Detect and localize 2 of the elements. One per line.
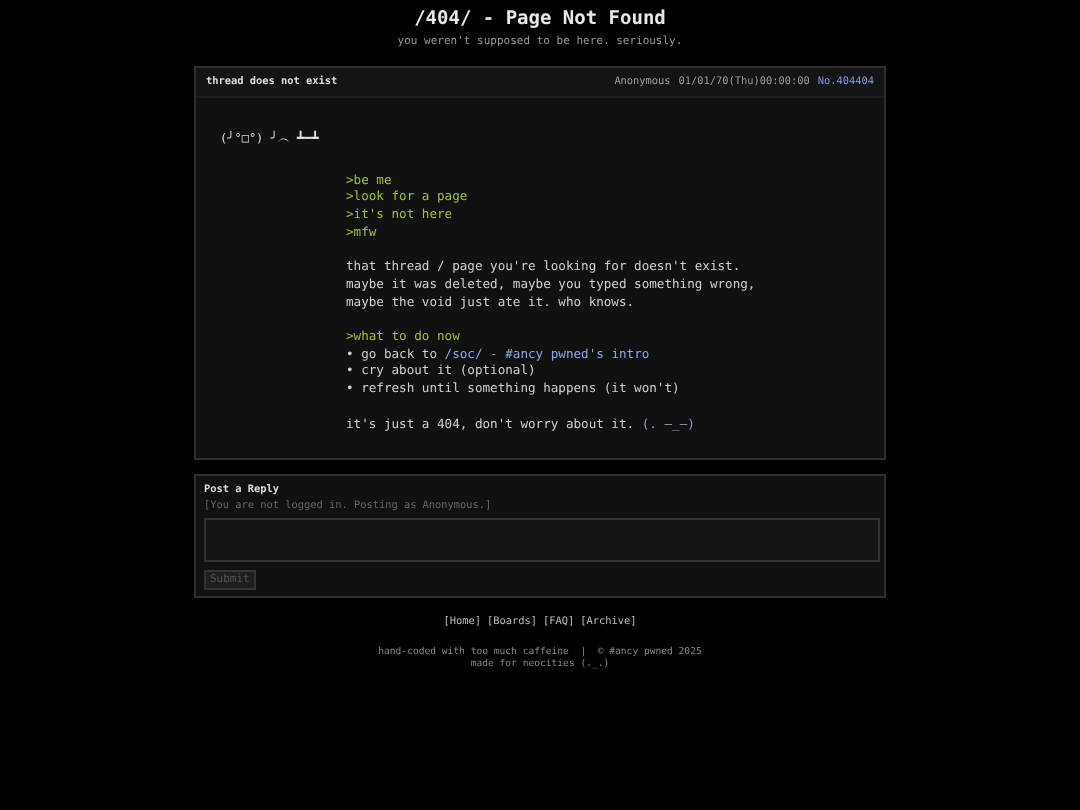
reply-text-field[interactable]: [204, 518, 880, 563]
page-title: /404/ - Page Not Found: [414, 8, 666, 30]
